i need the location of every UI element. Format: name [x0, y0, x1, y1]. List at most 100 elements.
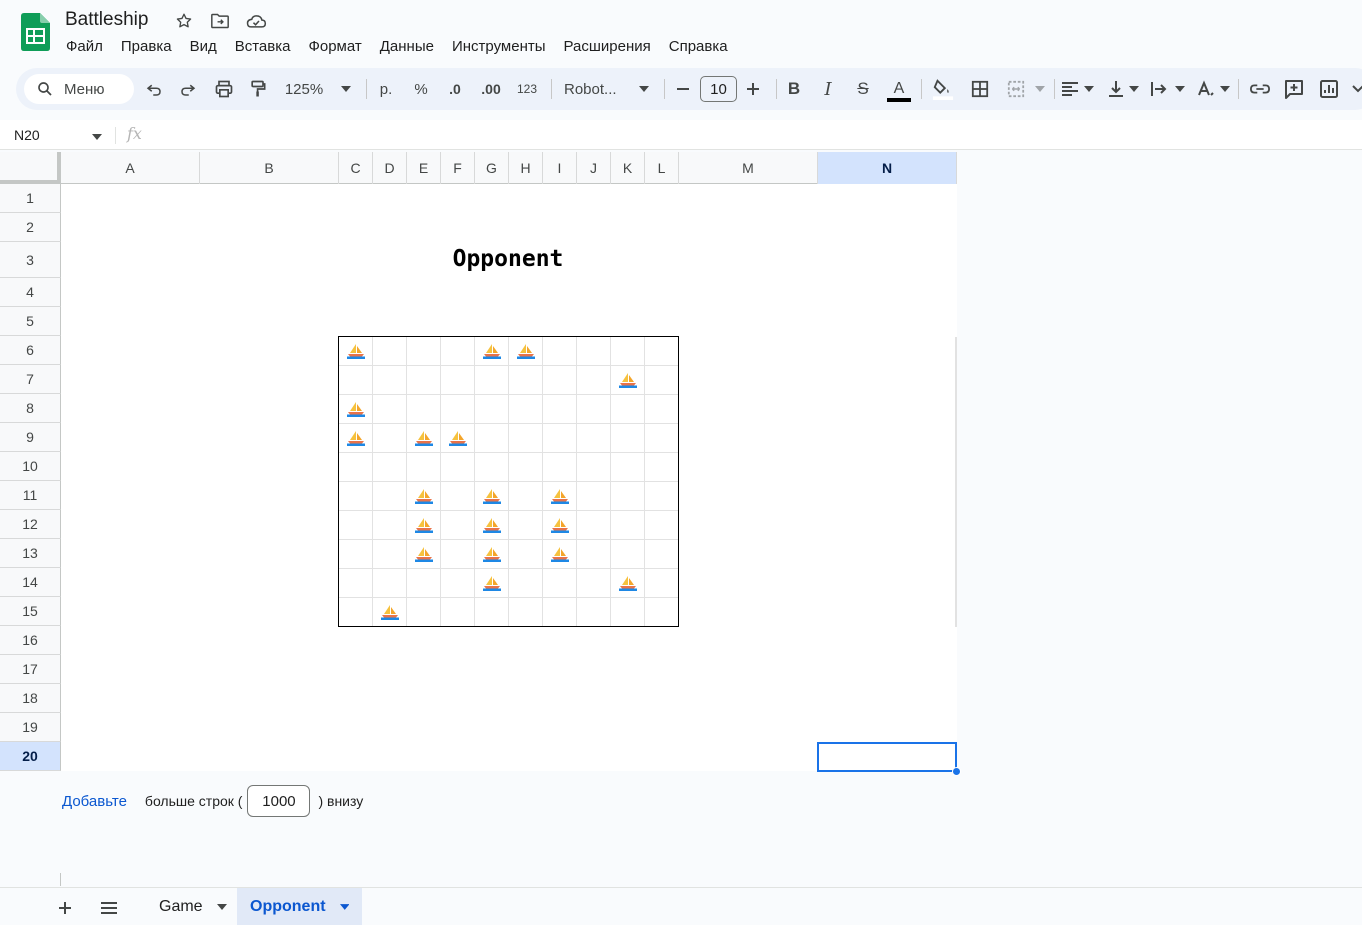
board-cell-F9[interactable]: [441, 424, 475, 453]
board-cell-D10[interactable]: [373, 453, 407, 482]
increase-decimal-button[interactable]: .00: [477, 68, 505, 110]
row-header[interactable]: 19: [0, 713, 61, 742]
text-color-icon[interactable]: A: [886, 68, 912, 110]
decrease-decimal-button[interactable]: .0: [442, 68, 468, 110]
row-header[interactable]: 4: [0, 278, 61, 307]
column-header-h[interactable]: H: [509, 152, 543, 184]
all-sheets-menu-icon[interactable]: [97, 896, 121, 920]
fill-handle[interactable]: [952, 767, 961, 776]
cloud-saved-icon[interactable]: [245, 10, 267, 32]
menu-insert[interactable]: Вставка: [226, 36, 300, 57]
board-cell-I10[interactable]: [543, 453, 577, 482]
board-cell-K14[interactable]: [611, 569, 645, 598]
board-cell-C12[interactable]: [339, 511, 373, 540]
board-cell-G6[interactable]: [475, 337, 509, 366]
board-cell-E6[interactable]: [407, 337, 441, 366]
text-rotation-icon[interactable]: [1193, 68, 1217, 110]
board-cell-J6[interactable]: [577, 337, 611, 366]
board-cell-G13[interactable]: [475, 540, 509, 569]
board-cell-C14[interactable]: [339, 569, 373, 598]
column-header-m[interactable]: M: [679, 152, 818, 184]
currency-format-button[interactable]: р.: [374, 68, 398, 110]
board-cell-L10[interactable]: [645, 453, 678, 482]
board-cell-H15[interactable]: [509, 598, 543, 626]
board-cell-K15[interactable]: [611, 598, 645, 626]
menu-extensions[interactable]: Расширения: [555, 36, 660, 57]
insert-chart-icon[interactable]: [1317, 68, 1341, 110]
board-cell-I9[interactable]: [543, 424, 577, 453]
column-header-d[interactable]: D: [373, 152, 407, 184]
font-family-select[interactable]: Robot...: [564, 68, 626, 110]
column-header-l[interactable]: L: [645, 152, 679, 184]
board-cell-G7[interactable]: [475, 366, 509, 395]
board-cell-G12[interactable]: [475, 511, 509, 540]
board-cell-E15[interactable]: [407, 598, 441, 626]
board-cell-L12[interactable]: [645, 511, 678, 540]
board-cell-J13[interactable]: [577, 540, 611, 569]
row-header[interactable]: 9: [0, 423, 61, 452]
row-header[interactable]: 6: [0, 336, 61, 365]
menu-file[interactable]: Файл: [57, 36, 112, 57]
board-cell-I6[interactable]: [543, 337, 577, 366]
board-cell-F10[interactable]: [441, 453, 475, 482]
column-header-j[interactable]: J: [577, 152, 611, 184]
board-cell-D13[interactable]: [373, 540, 407, 569]
board-cell-D14[interactable]: [373, 569, 407, 598]
board-cell-E11[interactable]: [407, 482, 441, 511]
row-header[interactable]: 18: [0, 684, 61, 713]
menu-help[interactable]: Справка: [660, 36, 737, 57]
menu-format[interactable]: Формат: [299, 36, 370, 57]
board-cell-K8[interactable]: [611, 395, 645, 424]
row-header[interactable]: 14: [0, 568, 61, 597]
column-header-f[interactable]: F: [441, 152, 475, 184]
row-header[interactable]: 7: [0, 365, 61, 394]
move-folder-icon[interactable]: [209, 10, 231, 32]
row-header[interactable]: 13: [0, 539, 61, 568]
menu-tools[interactable]: Инструменты: [443, 36, 555, 57]
align-chevron-down-icon[interactable]: [1082, 68, 1096, 110]
board-cell-H12[interactable]: [509, 511, 543, 540]
row-header[interactable]: 8: [0, 394, 61, 423]
board-cell-D15[interactable]: [373, 598, 407, 626]
board-cell-C10[interactable]: [339, 453, 373, 482]
board-cell-C6[interactable]: [339, 337, 373, 366]
board-cell-L9[interactable]: [645, 424, 678, 453]
menu-data[interactable]: Данные: [371, 36, 443, 57]
menu-search[interactable]: Меню: [24, 74, 134, 104]
board-cell-I12[interactable]: [543, 511, 577, 540]
board-cell-H6[interactable]: [509, 337, 543, 366]
italic-icon[interactable]: I: [816, 68, 840, 110]
row-header[interactable]: 20: [0, 742, 61, 771]
tab-chevron-down-icon[interactable]: [339, 904, 349, 910]
merge-chevron-down-icon[interactable]: [1033, 68, 1047, 110]
percent-format-button[interactable]: %: [409, 68, 433, 110]
decrease-font-size-icon[interactable]: [671, 68, 695, 110]
more-chevron-down-icon[interactable]: [1350, 68, 1362, 110]
column-header-c[interactable]: C: [339, 152, 373, 184]
board-cell-L15[interactable]: [645, 598, 678, 626]
column-header-b[interactable]: B: [200, 152, 339, 184]
board-cell-D9[interactable]: [373, 424, 407, 453]
row-header[interactable]: 5: [0, 307, 61, 336]
row-header[interactable]: 15: [0, 597, 61, 626]
column-header-a[interactable]: A: [61, 152, 200, 184]
board-cell-L13[interactable]: [645, 540, 678, 569]
merge-cells-icon[interactable]: [1004, 68, 1028, 110]
board-cell-G15[interactable]: [475, 598, 509, 626]
board-cell-G11[interactable]: [475, 482, 509, 511]
board-cell-K6[interactable]: [611, 337, 645, 366]
board-cell-J10[interactable]: [577, 453, 611, 482]
column-header-e[interactable]: E: [407, 152, 441, 184]
row-header[interactable]: 12: [0, 510, 61, 539]
menu-view[interactable]: Вид: [181, 36, 226, 57]
fill-color-icon[interactable]: [930, 68, 956, 110]
menu-edit[interactable]: Правка: [112, 36, 181, 57]
board-cell-H14[interactable]: [509, 569, 543, 598]
board-cell-F15[interactable]: [441, 598, 475, 626]
board-cell-D11[interactable]: [373, 482, 407, 511]
board-cell-L6[interactable]: [645, 337, 678, 366]
sheets-logo-icon[interactable]: [21, 13, 50, 51]
column-header-g[interactable]: G: [475, 152, 509, 184]
select-all-corner[interactable]: [0, 152, 61, 184]
insert-comment-icon[interactable]: [1282, 68, 1306, 110]
